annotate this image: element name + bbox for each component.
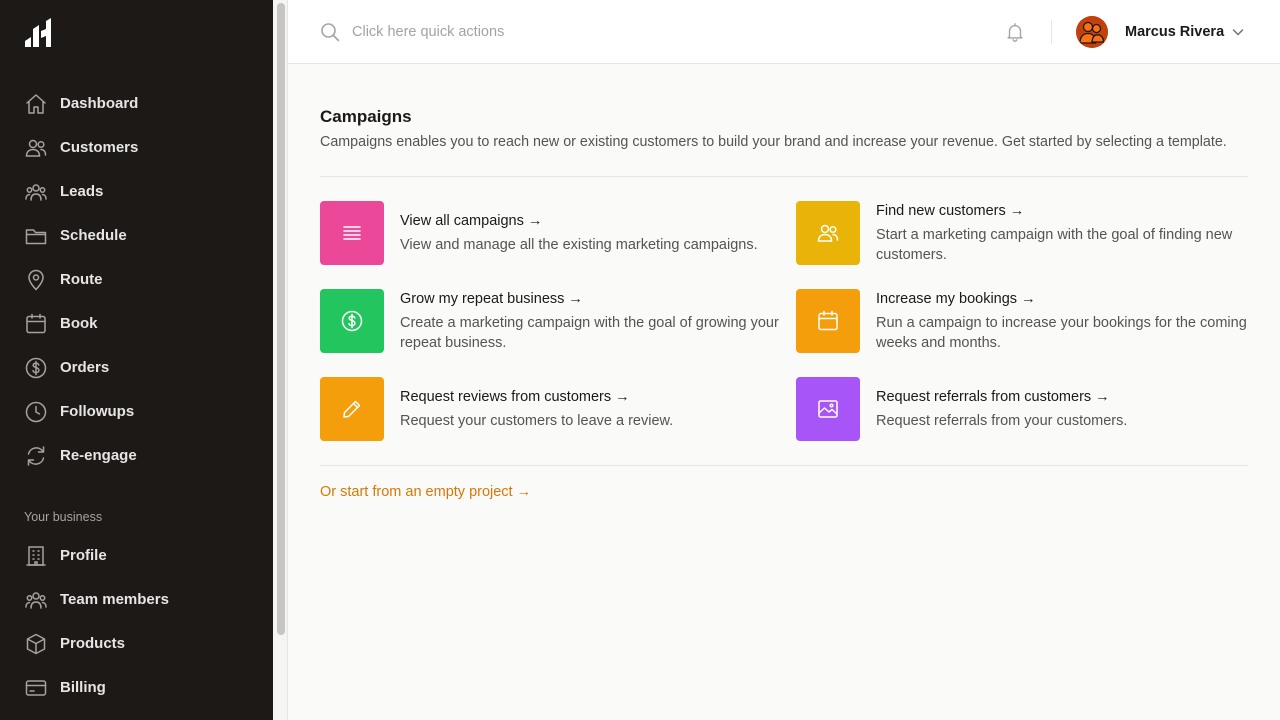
user-group-icon <box>25 592 47 609</box>
sidebar-item-dashboard[interactable]: Dashboard <box>0 84 273 124</box>
template-title-request-referrals[interactable]: Request referrals from customers → <box>876 388 1110 406</box>
template-tile-view-all-campaigns[interactable] <box>320 201 384 265</box>
top-header: Marcus Rivera <box>288 0 1280 64</box>
start-empty-project-link[interactable]: Or start from an empty project → <box>320 483 531 501</box>
building-icon <box>26 546 46 566</box>
folder-icon <box>25 229 47 245</box>
sidebar-item-route[interactable]: Route <box>0 260 273 300</box>
header-divider <box>1051 20 1052 44</box>
sidebar-scrollbar-thumb[interactable] <box>277 3 285 635</box>
template-description: Create a marketing campaign with the goa… <box>400 315 779 351</box>
cube-icon <box>26 633 46 655</box>
user-group-icon <box>25 184 47 201</box>
pencil-icon <box>343 400 361 418</box>
template-description: Request your customers to leave a review… <box>400 413 674 429</box>
sidebar-section-title: Your business <box>24 510 103 524</box>
sidebar-item-leads[interactable]: Leads <box>0 172 273 212</box>
template-title-increase-bookings[interactable]: Increase my bookings → <box>876 290 1036 308</box>
page-title: Campaigns <box>320 107 412 126</box>
template-title-find-new-customers[interactable]: Find new customers → <box>876 202 1024 220</box>
divider <box>320 465 1248 466</box>
map-pin-icon <box>28 269 44 291</box>
template-title-grow-repeat-business[interactable]: Grow my repeat business → <box>400 290 583 308</box>
template-title-view-all-campaigns[interactable]: View all campaigns → <box>400 212 542 230</box>
dollar-circle-icon <box>341 310 363 332</box>
sidebar-item-products[interactable]: Products <box>0 624 273 664</box>
sidebar-item-label: Orders <box>60 359 110 376</box>
calendar-icon <box>818 310 838 331</box>
template-tile-find-new-customers[interactable] <box>796 201 860 265</box>
sidebar-item-re-engage[interactable]: Re-engage <box>0 436 273 476</box>
template-tile-increase-bookings[interactable] <box>796 289 860 353</box>
sidebar-item-label: Products <box>60 635 126 652</box>
avatar-user-icon <box>1076 16 1108 48</box>
sidebar-item-label: Schedule <box>60 227 127 244</box>
sidebar-item-followups[interactable]: Followups <box>0 392 273 432</box>
user-name[interactable]: Marcus Rivera <box>1125 23 1224 41</box>
list-icon <box>343 226 361 240</box>
sidebar-item-label: Profile <box>60 547 107 564</box>
template-description: Request referrals from your customers. <box>876 413 1128 429</box>
chevron-down-icon[interactable] <box>1231 25 1245 39</box>
sidebar-item-schedule[interactable]: Schedule <box>0 216 273 256</box>
sidebar-item-label: Customers <box>60 139 139 156</box>
sidebar-item-billing[interactable]: Billing <box>0 668 273 708</box>
quick-actions-search-input[interactable] <box>352 20 852 44</box>
clock-icon <box>25 401 47 423</box>
template-tile-grow-repeat-business[interactable] <box>320 289 384 353</box>
search-icon <box>321 23 340 42</box>
avatar[interactable] <box>1076 16 1108 48</box>
users-icon <box>817 224 839 242</box>
template-description: View and manage all the existing marketi… <box>400 237 758 253</box>
sidebar: Dashboard Customers Leads Schedule Route… <box>0 0 273 720</box>
sidebar-item-book[interactable]: Book <box>0 304 273 344</box>
sidebar-item-label: Billing <box>60 679 106 696</box>
sidebar-item-label: Dashboard <box>60 95 139 112</box>
sidebar-item-orders[interactable]: Orders <box>0 348 273 388</box>
page-description: Campaigns enables you to reach new or ex… <box>320 134 1227 150</box>
credit-card-icon <box>25 680 47 696</box>
sidebar-item-customers[interactable]: Customers <box>0 128 273 168</box>
template-description: Start a marketing campaign with the goal… <box>876 227 1233 263</box>
sidebar-item-label: Team members <box>60 591 169 608</box>
sidebar-item-team-members[interactable]: Team members <box>0 580 273 620</box>
dollar-circle-icon <box>25 357 47 379</box>
template-title-request-reviews[interactable]: Request reviews from customers → <box>400 388 630 406</box>
sidebar-item-label: Route <box>60 271 103 288</box>
template-tile-request-referrals[interactable] <box>796 377 860 441</box>
calendar-icon <box>26 313 46 334</box>
sidebar-item-label: Leads <box>60 183 104 200</box>
brand-logo-icon[interactable] <box>24 17 52 49</box>
template-description: Run a campaign to increase your bookings… <box>876 315 1247 351</box>
home-icon <box>26 94 46 114</box>
sidebar-item-label: Followups <box>60 403 135 420</box>
divider <box>320 176 1248 177</box>
users-icon <box>25 139 47 157</box>
bell-icon[interactable] <box>1004 21 1026 43</box>
refresh-icon <box>27 446 45 466</box>
template-tile-request-reviews[interactable] <box>320 377 384 441</box>
photo-icon <box>818 400 838 418</box>
sidebar-item-profile[interactable]: Profile <box>0 536 273 576</box>
sidebar-item-label: Book <box>60 315 98 332</box>
sidebar-item-label: Re-engage <box>60 447 137 464</box>
